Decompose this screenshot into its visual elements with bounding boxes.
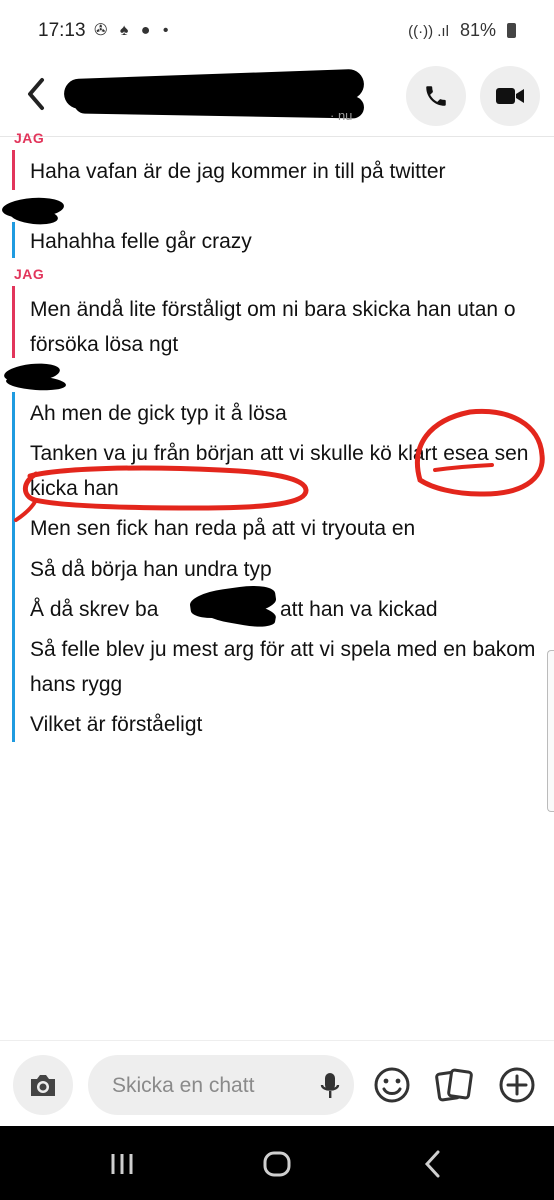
- notification-icons: ✇ ♠ ● •: [94, 22, 173, 39]
- redacted-sender-scribble: [5, 373, 67, 393]
- wifi-icon: ((·)) .ıl: [408, 23, 449, 40]
- call-button[interactable]: [406, 66, 466, 126]
- sender-label-me: JAG: [14, 130, 45, 146]
- battery-percent: 81%: [459, 20, 496, 40]
- stickers-icon[interactable]: [434, 1065, 474, 1105]
- system-nav-bar: [0, 1126, 554, 1200]
- scroll-handle[interactable]: [547, 650, 554, 812]
- message-text: Ah men de gick typ it å lösa: [30, 402, 287, 425]
- video-call-button[interactable]: [480, 66, 540, 126]
- chat-input[interactable]: [110, 1055, 314, 1117]
- back-icon[interactable]: [22, 76, 52, 112]
- emoji-icon[interactable]: [372, 1065, 412, 1105]
- chat-header: · nu: [0, 62, 554, 137]
- phone-icon: [426, 86, 446, 106]
- sender-bar-me: [12, 286, 15, 358]
- plus-icon[interactable]: [497, 1065, 537, 1105]
- mic-icon[interactable]: [320, 1072, 340, 1100]
- recents-icon[interactable]: [102, 1144, 142, 1184]
- video-icon: [496, 88, 524, 104]
- header-subtitle: · nu: [330, 108, 353, 123]
- message-text: Hahahha felle går crazy: [30, 230, 252, 253]
- camera-icon: [31, 1075, 55, 1096]
- battery-icon: [507, 23, 516, 38]
- chat-input-pill[interactable]: [88, 1055, 354, 1117]
- sender-bar-them: [12, 392, 15, 742]
- chat-input-bar: [0, 1040, 554, 1127]
- status-bar: 17:13 ✇ ♠ ● • ((·)) .ıl 81%: [0, 0, 554, 62]
- message-text: Vilket är förståeligt: [30, 713, 203, 736]
- message-text: Tanken va ju från början att vi skulle k…: [30, 442, 529, 500]
- message-text: Men sen fick han reda på att vi tryouta …: [30, 517, 416, 540]
- message-text: Haha vafan är de jag kommer in till på t…: [30, 160, 446, 183]
- nav-back-icon[interactable]: [414, 1144, 454, 1184]
- sender-label-me: JAG: [14, 266, 45, 282]
- sender-bar-them: [12, 222, 15, 258]
- message-text: Så felle blev ju mest arg för att vi spe…: [30, 638, 536, 696]
- message-text: Men ändå lite förståligt om ni bara skic…: [30, 298, 516, 356]
- message-text: att han va kickad: [280, 598, 438, 621]
- message-text: Å då skrev ba: [30, 598, 159, 621]
- status-right: ((·)) .ıl 81%: [408, 20, 516, 41]
- status-time: 17:13: [38, 20, 86, 41]
- contact-name-redacted[interactable]: [63, 68, 374, 119]
- camera-button[interactable]: [13, 1055, 73, 1115]
- message-text: Så då börja han undra typ: [30, 558, 272, 581]
- sender-bar-me: [12, 150, 15, 190]
- home-icon[interactable]: [257, 1144, 297, 1184]
